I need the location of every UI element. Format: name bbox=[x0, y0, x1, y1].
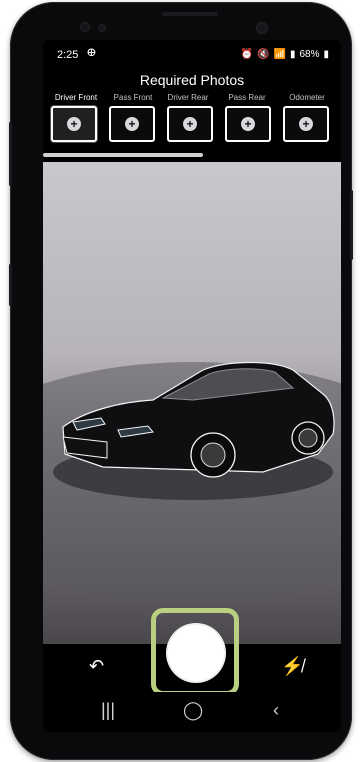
photo-tabs: Driver Front Pass Front Driver Rear Pass… bbox=[43, 93, 341, 105]
screen: 2:25 ⴲ ⏰ 🔇 📶 ▮ 68% ▮ Required Photos Dri… bbox=[43, 40, 341, 732]
alarm-icon: ⏰ bbox=[240, 49, 254, 60]
front-camera bbox=[256, 22, 268, 34]
tab-driver-front[interactable]: Driver Front bbox=[47, 93, 105, 102]
thumb-driver-rear[interactable]: + bbox=[167, 106, 213, 142]
plus-icon: + bbox=[183, 117, 197, 131]
power-button bbox=[350, 190, 353, 260]
volume-button bbox=[9, 122, 12, 186]
page-title: Required Photos bbox=[139, 72, 245, 88]
back-icon[interactable]: ‹ bbox=[273, 700, 279, 721]
signal-icon: ▮ bbox=[289, 49, 296, 60]
shutter-highlight bbox=[151, 608, 239, 696]
recent-apps-icon[interactable]: ||| bbox=[101, 700, 115, 721]
camera-preview[interactable] bbox=[43, 162, 341, 644]
sensor bbox=[80, 22, 90, 32]
plus-icon: + bbox=[67, 117, 81, 131]
thumb-odometer[interactable]: + bbox=[283, 106, 329, 142]
thumb-driver-front[interactable]: + bbox=[51, 106, 97, 142]
plus-icon: + bbox=[241, 117, 255, 131]
thumb-pass-rear[interactable]: + bbox=[225, 106, 271, 142]
mute-icon: 🔇 bbox=[257, 49, 270, 60]
plus-icon: + bbox=[299, 117, 313, 131]
scrollbar-thumb[interactable] bbox=[43, 153, 203, 157]
android-navbar: ||| ◯ ‹ bbox=[43, 692, 341, 732]
status-time: 2:25 bbox=[57, 49, 79, 61]
car-photo bbox=[43, 361, 341, 602]
flash-off-icon[interactable]: ⚡̸ bbox=[281, 656, 303, 677]
sensor bbox=[98, 24, 106, 32]
plus-icon: + bbox=[125, 117, 139, 131]
bixby-button bbox=[9, 264, 12, 306]
speaker-grille bbox=[162, 12, 218, 16]
status-bar: 2:25 ⴲ ⏰ 🔇 📶 ▮ 68% ▮ bbox=[43, 40, 341, 68]
battery-text: 68% bbox=[299, 49, 320, 60]
wifi-icon: 📶 bbox=[273, 49, 286, 60]
tab-odometer[interactable]: Odometer bbox=[281, 93, 333, 102]
sync-icon: ⴲ bbox=[87, 48, 96, 59]
shutter-button[interactable] bbox=[168, 625, 224, 681]
tab-pass-front[interactable]: Pass Front bbox=[107, 93, 159, 102]
home-icon[interactable]: ◯ bbox=[183, 700, 203, 721]
battery-icon: ▮ bbox=[323, 49, 329, 60]
status-right: ⏰ 🔇 📶 ▮ 68% ▮ bbox=[241, 49, 329, 60]
phone-frame: 2:25 ⴲ ⏰ 🔇 📶 ▮ 68% ▮ Required Photos Dri… bbox=[9, 2, 353, 760]
tab-pass-rear[interactable]: Pass Rear bbox=[221, 93, 273, 102]
thumb-pass-front[interactable]: + bbox=[109, 106, 155, 142]
undo-icon[interactable]: ↶ bbox=[89, 656, 104, 677]
tabs-scrollbar[interactable] bbox=[43, 153, 341, 157]
tab-driver-rear[interactable]: Driver Rear bbox=[161, 93, 215, 102]
